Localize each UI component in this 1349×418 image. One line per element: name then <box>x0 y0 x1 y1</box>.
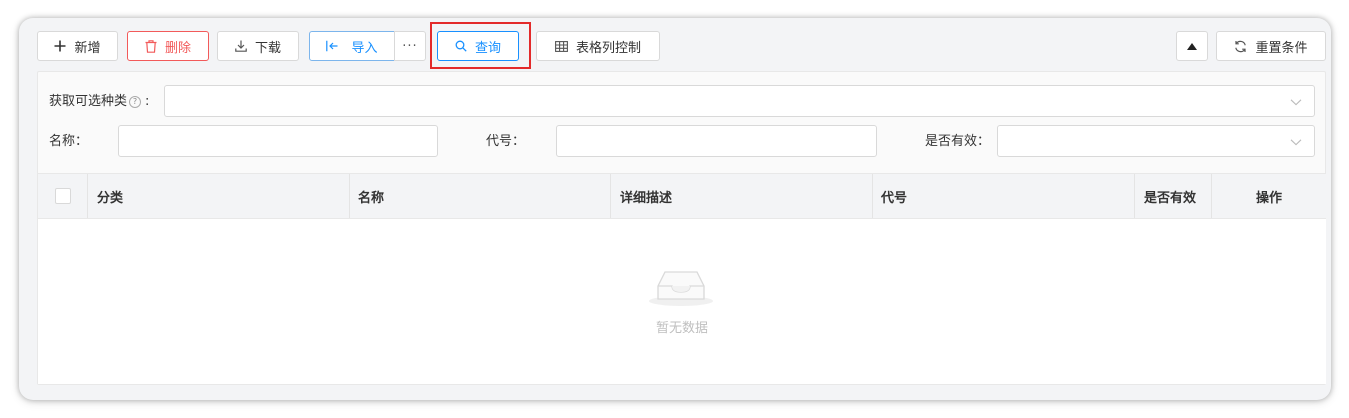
category-select[interactable] <box>164 85 1315 117</box>
more-button[interactable]: ··· <box>394 31 426 61</box>
add-button-label: 新增 <box>74 40 101 56</box>
collapse-button[interactable] <box>1176 31 1208 61</box>
name-input-field[interactable] <box>119 126 437 156</box>
caret-up-icon <box>1187 42 1197 50</box>
query-button[interactable]: 查询 <box>437 31 519 61</box>
valid-label: 是否有效： <box>925 134 991 149</box>
query-button-label: 查询 <box>474 40 501 56</box>
column-header-name[interactable]: 名称 <box>350 174 611 218</box>
table-icon <box>555 40 568 52</box>
plus-icon <box>54 40 66 52</box>
download-button[interactable]: 下载 <box>217 31 299 61</box>
import-button-label: 导入 <box>351 40 378 56</box>
more-button-label: ··· <box>402 38 418 54</box>
select-all-checkbox[interactable] <box>54 188 71 204</box>
chevron-down-icon <box>1290 139 1302 146</box>
column-header-description[interactable]: 详细描述 <box>611 174 873 218</box>
delete-button-label: 删除 <box>164 40 191 56</box>
code-label: 代号： <box>486 134 526 149</box>
name-label: 名称： <box>49 134 89 149</box>
code-input[interactable] <box>556 125 877 157</box>
category-label-colon: : <box>145 94 150 109</box>
table-header: 分类 名称 详细描述 代号 是否有效 操作 <box>38 173 1326 219</box>
column-header-category[interactable]: 分类 <box>88 174 350 218</box>
help-icon[interactable]: ? <box>129 96 142 108</box>
import-button[interactable]: 导入 <box>309 31 395 61</box>
delete-button[interactable]: 删除 <box>127 31 209 61</box>
import-icon <box>326 40 339 52</box>
code-input-field[interactable] <box>557 126 876 156</box>
chevron-down-icon <box>1290 99 1302 106</box>
reset-conditions-button[interactable]: 重置条件 <box>1216 31 1326 61</box>
inbox-icon <box>648 265 714 311</box>
name-input[interactable] <box>118 125 438 157</box>
table-body: 暂无数据 <box>38 219 1326 384</box>
column-header-valid[interactable]: 是否有效 <box>1135 174 1212 218</box>
column-control-label: 表格列控制 <box>575 40 641 56</box>
select-all-cell <box>38 174 88 218</box>
reset-button-label: 重置条件 <box>1255 40 1308 56</box>
refresh-icon <box>1234 40 1247 53</box>
column-control-button[interactable]: 表格列控制 <box>536 31 660 61</box>
category-label: 获取可选种类?: <box>49 94 149 110</box>
add-button[interactable]: 新增 <box>37 31 118 61</box>
category-label-text: 获取可选种类 <box>49 94 128 109</box>
trash-icon <box>145 39 157 53</box>
column-header-code[interactable]: 代号 <box>873 174 1135 218</box>
search-icon <box>455 40 467 52</box>
valid-select[interactable] <box>997 125 1315 157</box>
column-header-actions: 操作 <box>1255 190 1282 206</box>
download-icon <box>235 40 247 52</box>
empty-state-text: 暂无数据 <box>655 321 708 336</box>
download-button-label: 下载 <box>254 40 281 56</box>
